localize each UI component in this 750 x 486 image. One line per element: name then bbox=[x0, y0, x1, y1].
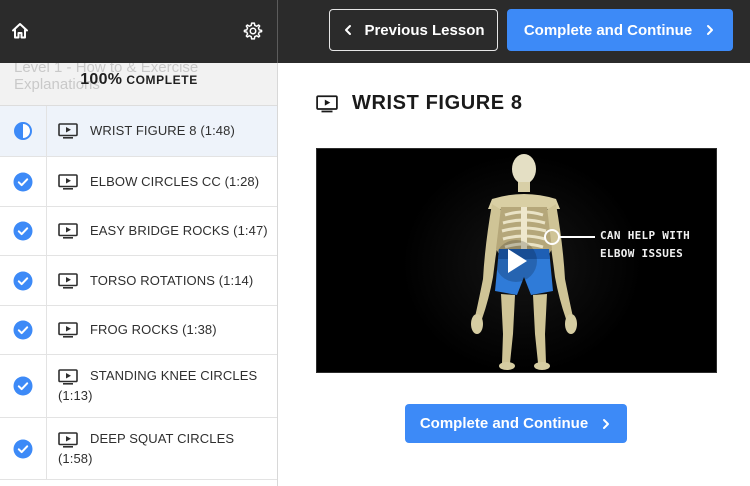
lesson-title: STANDING KNEE CIRCLES (1:13) bbox=[58, 368, 258, 403]
lesson-title: EASY BRIDGE ROCKS (1:47) bbox=[90, 223, 268, 238]
lesson-item[interactable]: STANDING KNEE CIRCLES (1:13) bbox=[0, 355, 277, 418]
lesson-item[interactable]: ELBOW CIRCLES CC (1:28) bbox=[0, 157, 277, 207]
check-circle-icon bbox=[13, 439, 33, 458]
lesson-title: TORSO ROTATIONS (1:14) bbox=[90, 273, 254, 288]
progress-percent: 100% bbox=[80, 71, 123, 88]
gear-icon bbox=[243, 22, 263, 40]
previous-lesson-button[interactable]: Previous Lesson bbox=[329, 9, 498, 51]
top-bar: Previous Lesson Complete and Continue bbox=[0, 0, 750, 63]
video-caption: CAN HELP WITH ELBOW ISSUES bbox=[600, 227, 690, 263]
play-icon bbox=[508, 249, 527, 273]
lesson-status bbox=[0, 256, 47, 305]
lesson-header: WRIST FIGURE 8 bbox=[316, 92, 523, 115]
chevron-right-icon bbox=[603, 418, 610, 429]
in-progress-icon bbox=[14, 122, 32, 140]
progress-word: COMPLETE bbox=[126, 73, 198, 87]
video-player[interactable]: CAN HELP WITH ELBOW ISSUES bbox=[316, 148, 717, 373]
lesson-status bbox=[0, 306, 47, 354]
complete-and-continue-button-bottom[interactable]: Complete and Continue bbox=[405, 404, 627, 443]
lesson-item[interactable]: TORSO ROTATIONS (1:14) bbox=[0, 256, 277, 306]
lesson-status bbox=[0, 355, 47, 417]
lesson-status bbox=[0, 106, 47, 156]
topbar-sidebar-section bbox=[0, 0, 278, 63]
check-circle-icon bbox=[13, 271, 33, 290]
check-circle-icon bbox=[13, 376, 33, 396]
check-circle-icon bbox=[13, 172, 33, 191]
previous-lesson-label: Previous Lesson bbox=[364, 21, 485, 39]
settings-button[interactable] bbox=[239, 17, 267, 45]
check-circle-icon bbox=[13, 320, 33, 340]
lesson-status bbox=[0, 157, 47, 206]
video-caption-line: ELBOW ISSUES bbox=[600, 247, 684, 260]
lesson-item[interactable]: EASY BRIDGE ROCKS (1:47) bbox=[0, 207, 277, 256]
chevron-left-icon bbox=[345, 25, 352, 35]
home-button[interactable] bbox=[6, 17, 34, 45]
complete-continue-label: Complete and Continue bbox=[523, 21, 693, 39]
lesson-title: FROG ROCKS (1:38) bbox=[90, 322, 217, 337]
lesson-status bbox=[0, 418, 47, 479]
lesson-title: DEEP SQUAT CIRCLES (1:58) bbox=[58, 431, 235, 466]
home-icon bbox=[12, 23, 28, 39]
lesson-item[interactable]: DEEP SQUAT CIRCLES (1:58) bbox=[0, 418, 277, 480]
progress-label: 100% COMPLETE bbox=[0, 71, 277, 89]
chevron-right-icon bbox=[707, 25, 714, 35]
lesson-title: ELBOW CIRCLES CC (1:28) bbox=[90, 174, 260, 189]
course-sidebar: Level 1 - How to & Exercise Explanations… bbox=[0, 63, 278, 486]
complete-and-continue-button-top[interactable]: Complete and Continue bbox=[507, 9, 733, 51]
video-lesson-icon bbox=[316, 94, 338, 112]
lesson-status bbox=[0, 207, 47, 255]
play-button[interactable] bbox=[495, 240, 537, 282]
lesson-title: WRIST FIGURE 8 (1:48) bbox=[90, 123, 235, 138]
complete-continue-label: Complete and Continue bbox=[419, 415, 589, 432]
lesson-item[interactable]: FROG ROCKS (1:38) bbox=[0, 306, 277, 355]
check-circle-icon bbox=[13, 221, 33, 241]
lesson-item[interactable]: WRIST FIGURE 8 (1:48) bbox=[0, 106, 277, 157]
course-progress: Level 1 - How to & Exercise Explanations… bbox=[0, 63, 277, 106]
video-caption-line: CAN HELP WITH bbox=[600, 229, 690, 242]
lesson-title-heading: WRIST FIGURE 8 bbox=[352, 92, 523, 114]
